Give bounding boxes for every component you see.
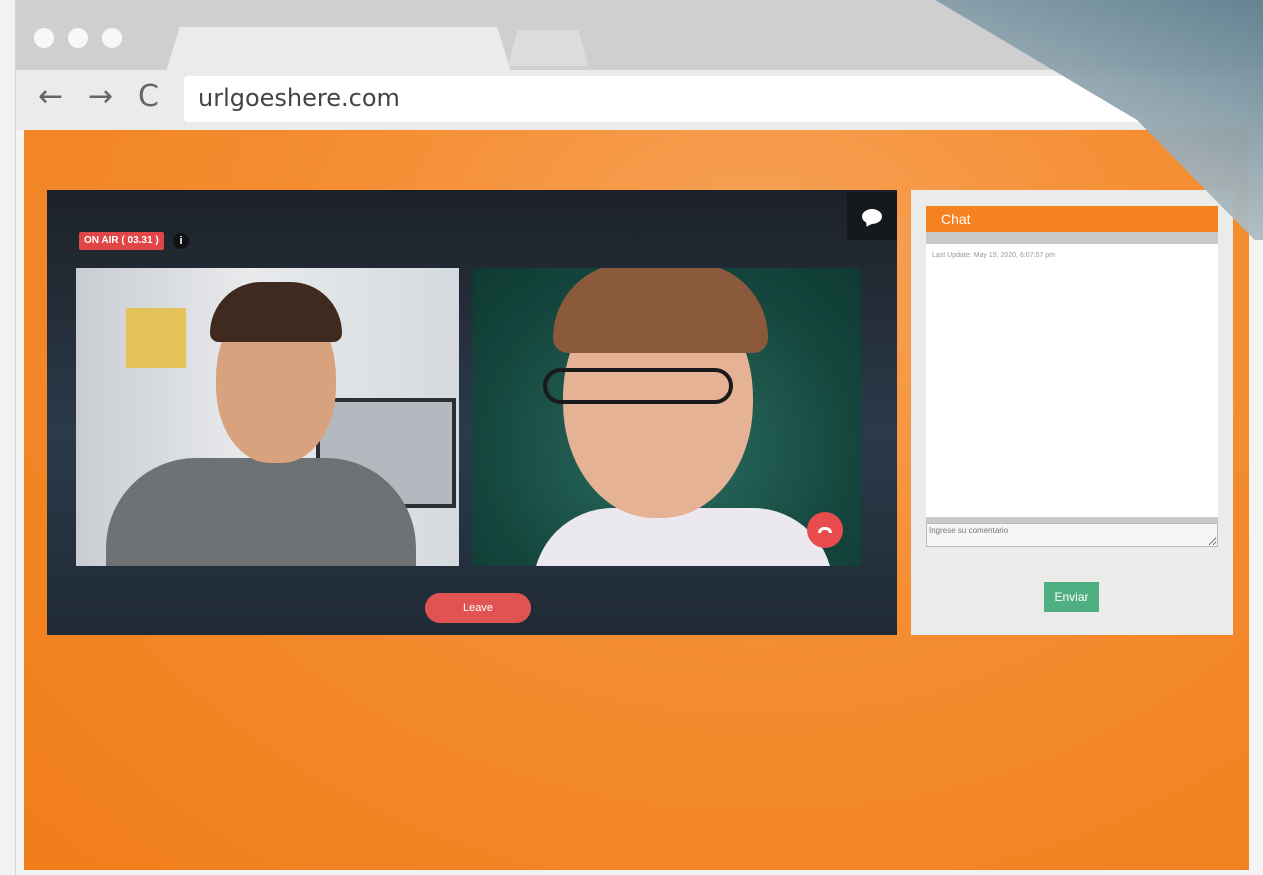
send-button[interactable]: Enviar [1044, 582, 1099, 612]
new-tab-button[interactable] [508, 30, 588, 66]
reload-icon[interactable]: C [138, 82, 159, 112]
maximize-window-dot[interactable] [102, 28, 122, 48]
participant-video-left [76, 268, 459, 566]
page-viewport: ON AIR ( 03.31 ) i Leave Chat Last Updat… [24, 130, 1249, 870]
chat-toggle-button[interactable] [847, 192, 897, 240]
browser-window: ← → C urlgoeshere.com ON AIR ( 03.31 ) i [15, 0, 1263, 875]
forward-arrow-icon[interactable]: → [88, 82, 113, 112]
on-air-badge: ON AIR ( 03.31 ) [79, 232, 164, 250]
back-arrow-icon[interactable]: ← [38, 82, 63, 112]
chat-title: Chat [926, 206, 1218, 232]
url-text: urlgoeshere.com [198, 84, 400, 112]
participant-video-right [473, 268, 861, 566]
participant-hair [210, 282, 342, 342]
phone-hangup-icon [818, 527, 832, 533]
browser-tab-active[interactable] [166, 27, 511, 72]
comment-input[interactable] [926, 523, 1218, 547]
video-call-panel: ON AIR ( 03.31 ) i Leave [47, 190, 897, 635]
last-update-text: Last Update: May 19, 2020, 6:07:57 pm [932, 252, 1055, 259]
chat-divider [926, 232, 1218, 244]
close-window-dot[interactable] [34, 28, 54, 48]
chat-bubble-icon [862, 208, 882, 224]
participant-body [533, 508, 833, 566]
chat-log: Last Update: May 19, 2020, 6:07:57 pm [926, 244, 1218, 517]
window-controls [34, 28, 122, 48]
chat-panel: Chat Last Update: May 19, 2020, 6:07:57 … [911, 190, 1233, 635]
participant-hair [553, 268, 768, 353]
participant-glasses [543, 368, 733, 404]
participant-body [106, 458, 416, 566]
leave-button[interactable]: Leave [425, 593, 531, 623]
minimize-window-dot[interactable] [68, 28, 88, 48]
hang-up-button[interactable] [807, 512, 843, 548]
info-icon[interactable]: i [173, 233, 189, 249]
background-box [126, 308, 186, 368]
